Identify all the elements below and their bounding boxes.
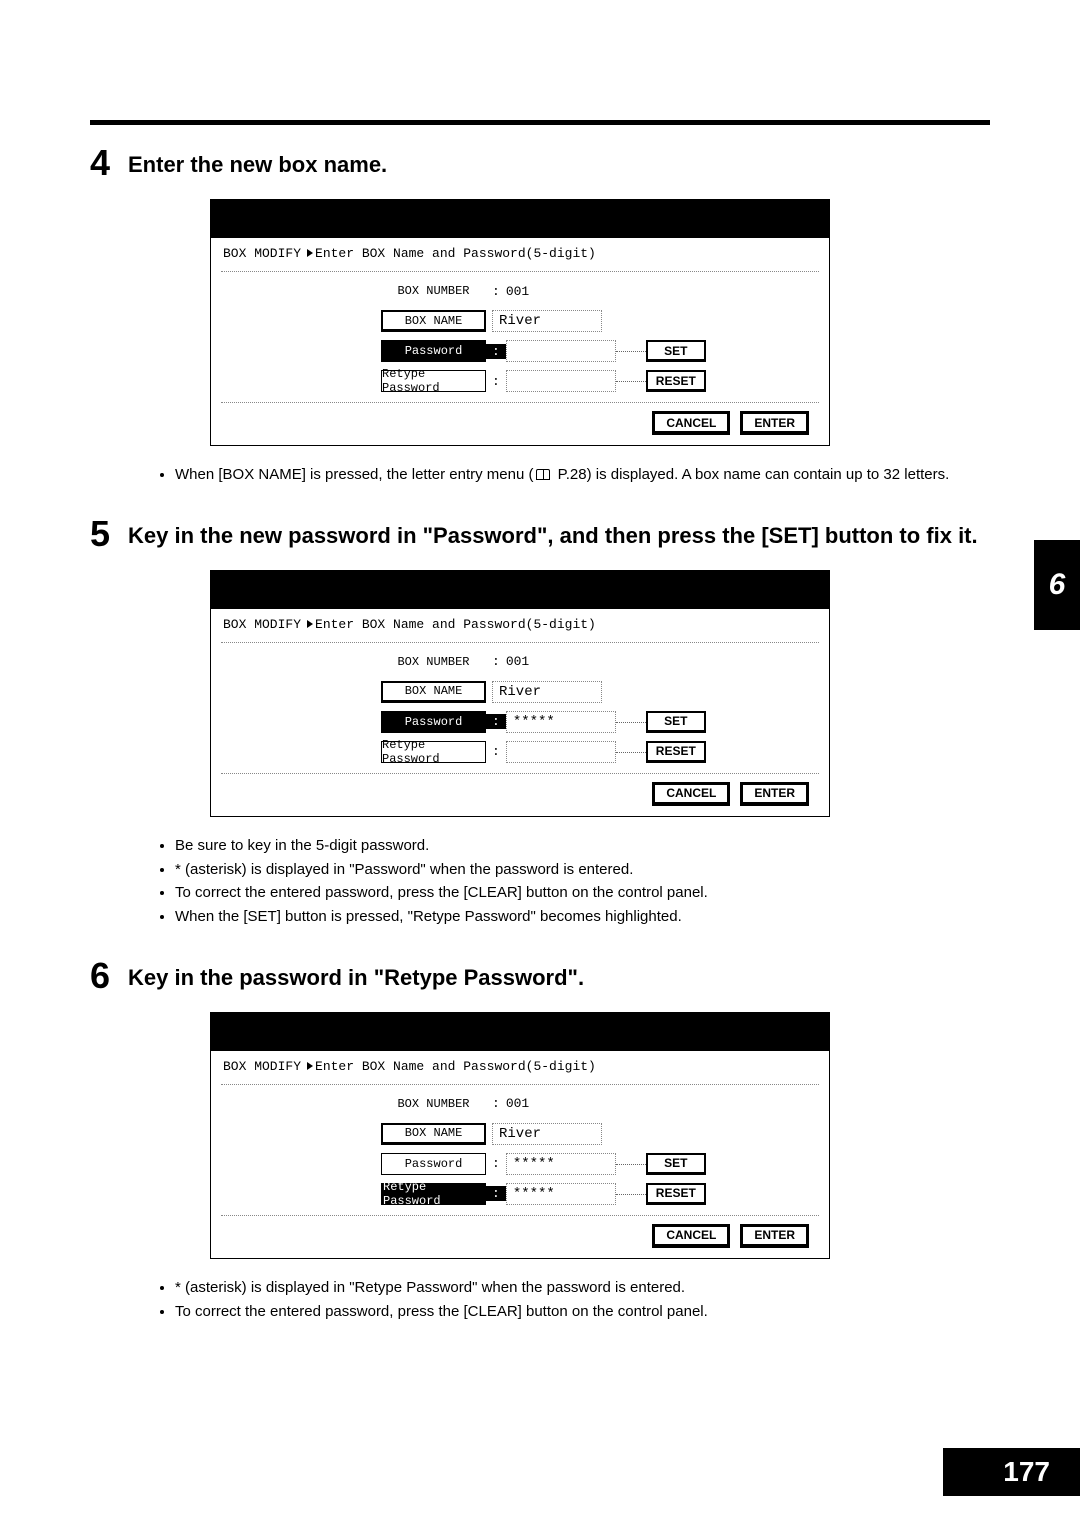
- step-notes: When [BOX NAME] is pressed, the letter e…: [90, 464, 990, 486]
- chapter-tab: 6: [1034, 540, 1080, 630]
- enter-button[interactable]: ENTER: [740, 1224, 809, 1248]
- note-item: When the [SET] button is pressed, "Retyp…: [175, 906, 990, 928]
- step-title: Key in the new password in "Password", a…: [128, 516, 978, 550]
- reset-button[interactable]: RESET: [646, 370, 706, 392]
- step-4: 4 Enter the new box name. BOX MODIFYEnte…: [90, 145, 990, 486]
- retype-value[interactable]: [506, 370, 616, 392]
- retype-value[interactable]: *****: [506, 1183, 616, 1205]
- box-name-value: River: [492, 681, 602, 703]
- note-item: When [BOX NAME] is pressed, the letter e…: [175, 464, 990, 486]
- retype-label: Retype Password: [381, 741, 486, 763]
- cancel-button[interactable]: CANCEL: [652, 1224, 730, 1248]
- retype-value[interactable]: [506, 741, 616, 763]
- page-number: 177: [943, 1448, 1080, 1496]
- note-item: Be sure to key in the 5-digit password.: [175, 835, 990, 857]
- panel-instruction: BOX MODIFYEnter BOX Name and Password(5-…: [221, 615, 819, 642]
- password-label: Password: [381, 711, 486, 733]
- box-number-label: BOX NUMBER: [381, 280, 486, 302]
- triangle-icon: [307, 620, 313, 628]
- box-number-value: 001: [506, 284, 529, 299]
- screen-panel: BOX MODIFYEnter BOX Name and Password(5-…: [210, 570, 830, 817]
- step-5: 5 Key in the new password in "Password",…: [90, 516, 990, 928]
- step-notes: Be sure to key in the 5-digit password. …: [90, 835, 990, 928]
- password-value[interactable]: *****: [506, 1153, 616, 1175]
- box-name-button[interactable]: BOX NAME: [381, 681, 486, 703]
- panel-title-bar: [211, 200, 829, 238]
- password-value[interactable]: *****: [506, 711, 616, 733]
- step-number: 5: [90, 516, 120, 552]
- step-title: Enter the new box name.: [128, 145, 387, 179]
- box-number-value: 001: [506, 1096, 529, 1111]
- password-value[interactable]: [506, 340, 616, 362]
- set-button[interactable]: SET: [646, 711, 706, 733]
- cancel-button[interactable]: CANCEL: [652, 782, 730, 806]
- panel-instruction: BOX MODIFYEnter BOX Name and Password(5-…: [221, 244, 819, 271]
- step-number: 4: [90, 145, 120, 181]
- book-icon: [536, 469, 550, 480]
- cancel-button[interactable]: CANCEL: [652, 411, 730, 435]
- box-name-value: River: [492, 310, 602, 332]
- panel-title-bar: [211, 571, 829, 609]
- password-label: Password: [381, 340, 486, 362]
- note-item: * (asterisk) is displayed in "Password" …: [175, 859, 990, 881]
- screen-panel: BOX MODIFYEnter BOX Name and Password(5-…: [210, 1012, 830, 1259]
- reset-button[interactable]: RESET: [646, 1183, 706, 1205]
- box-number-label: BOX NUMBER: [381, 651, 486, 673]
- reset-button[interactable]: RESET: [646, 741, 706, 763]
- box-name-value: River: [492, 1123, 602, 1145]
- note-item: * (asterisk) is displayed in "Retype Pas…: [175, 1277, 990, 1299]
- box-name-button[interactable]: BOX NAME: [381, 310, 486, 332]
- step-6: 6 Key in the password in "Retype Passwor…: [90, 958, 990, 1323]
- step-title: Key in the password in "Retype Password"…: [128, 958, 584, 992]
- triangle-icon: [307, 249, 313, 257]
- panel-instruction: BOX MODIFYEnter BOX Name and Password(5-…: [221, 1057, 819, 1084]
- box-number-label: BOX NUMBER: [381, 1093, 486, 1115]
- triangle-icon: [307, 1062, 313, 1070]
- set-button[interactable]: SET: [646, 1153, 706, 1175]
- set-button[interactable]: SET: [646, 340, 706, 362]
- note-item: To correct the entered password, press t…: [175, 882, 990, 904]
- retype-label: Retype Password: [381, 1183, 486, 1205]
- enter-button[interactable]: ENTER: [740, 782, 809, 806]
- box-name-button[interactable]: BOX NAME: [381, 1123, 486, 1145]
- step-number: 6: [90, 958, 120, 994]
- note-item: To correct the entered password, press t…: [175, 1301, 990, 1323]
- panel-title-bar: [211, 1013, 829, 1051]
- screen-panel: BOX MODIFYEnter BOX Name and Password(5-…: [210, 199, 830, 446]
- password-label: Password: [381, 1153, 486, 1175]
- enter-button[interactable]: ENTER: [740, 411, 809, 435]
- box-number-value: 001: [506, 654, 529, 669]
- retype-label: Retype Password: [381, 370, 486, 392]
- step-notes: * (asterisk) is displayed in "Retype Pas…: [90, 1277, 990, 1323]
